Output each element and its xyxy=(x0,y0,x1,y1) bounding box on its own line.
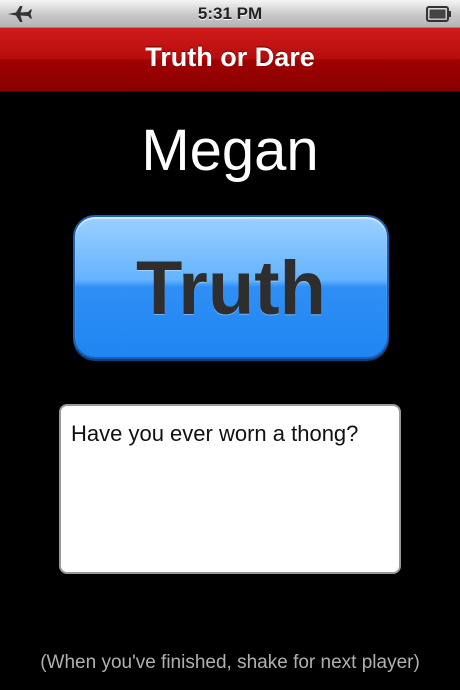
app-screen: 5:31 PM Truth or Dare Megan Truth Have y… xyxy=(0,0,460,690)
player-name: Megan xyxy=(141,118,319,183)
question-text: Have you ever worn a thong? xyxy=(71,421,359,446)
status-time: 5:31 PM xyxy=(197,4,263,23)
navigation-bar: Truth or Dare xyxy=(0,28,460,92)
nav-title: Truth or Dare xyxy=(145,42,315,72)
shake-hint: (When you've finished, shake for next pl… xyxy=(40,652,420,673)
truth-button-label: Truth xyxy=(136,246,326,331)
truth-button[interactable]: Truth xyxy=(73,215,389,359)
status-bar: 5:31 PM xyxy=(0,0,460,28)
battery-icon xyxy=(426,6,451,22)
question-box: Have you ever worn a thong? xyxy=(59,404,401,574)
